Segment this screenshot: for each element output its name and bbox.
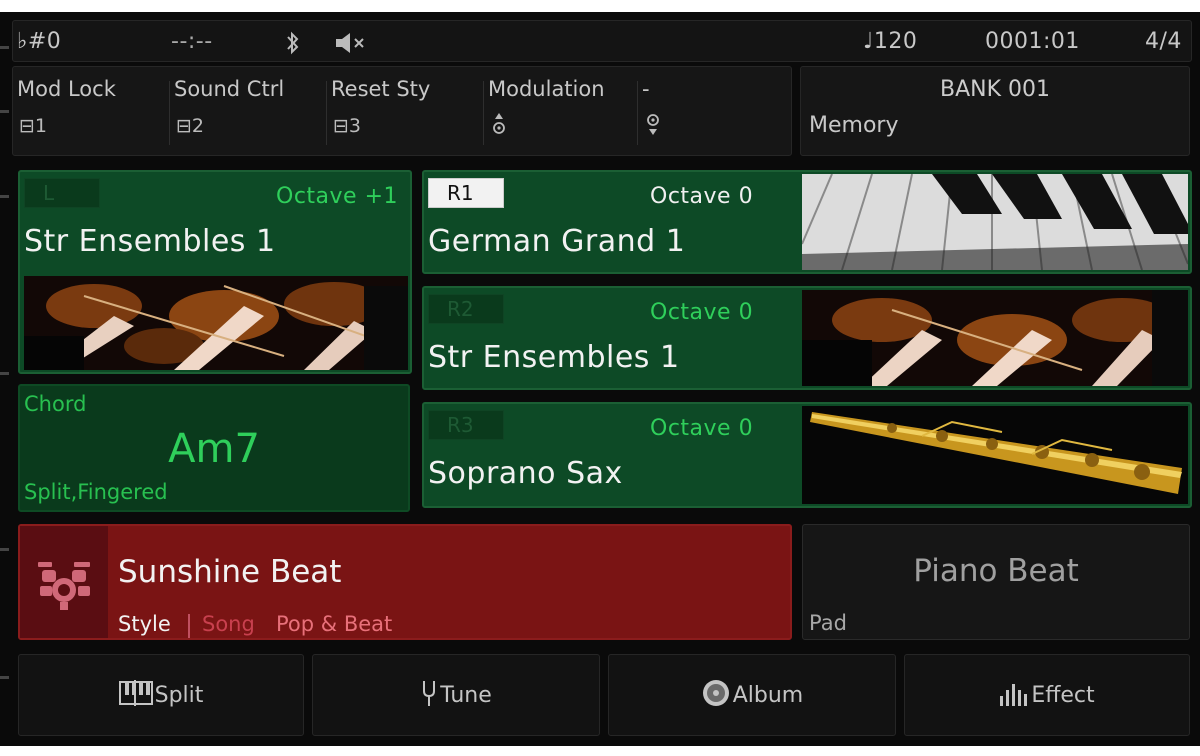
measure-counter: 0001:01 <box>985 29 1080 54</box>
function-label: Mod Lock <box>17 77 116 101</box>
modulation-function[interactable]: Modulation <box>484 67 636 155</box>
tab-divider <box>188 614 190 638</box>
voice-name: German Grand 1 <box>428 224 686 259</box>
octave-value: Octave +1 <box>276 184 398 209</box>
album-button[interactable]: Album <box>608 654 896 736</box>
button-label: Tune <box>440 682 492 708</box>
mod-lock-function[interactable]: Mod Lock ⊟1 <box>13 67 168 155</box>
mute-speaker-icon[interactable] <box>333 31 367 59</box>
button-label: Effect <box>1031 682 1095 708</box>
part-tag-r3[interactable]: R3 <box>428 410 504 440</box>
time-signature: 4/4 <box>1145 29 1182 54</box>
violin-players-photo <box>802 290 1188 386</box>
voice-left-panel[interactable]: L Octave +1 Str Ensembles 1 <box>18 170 412 374</box>
chord-label: Chord <box>24 392 87 416</box>
voice-name: Str Ensembles 1 <box>428 340 680 375</box>
piano-keys-photo <box>802 174 1188 270</box>
bezel-tick <box>0 676 9 679</box>
function-label: Reset Sty <box>331 77 431 101</box>
bank-title: BANK 001 <box>939 77 1050 102</box>
chord-mode: Split,Fingered <box>24 480 168 504</box>
clock-value: --:-- <box>171 29 213 54</box>
memory-bank-box[interactable]: BANK 001 Memory <box>800 66 1190 156</box>
function-assign: ⊟1 <box>19 115 48 137</box>
function-assign: ⊟3 <box>333 115 362 137</box>
tuning-fork-icon <box>420 679 438 711</box>
pad-label: Pad <box>809 611 847 635</box>
keyboard-split-icon <box>118 680 153 710</box>
function-label: Sound Ctrl <box>174 77 285 101</box>
bezel-tick <box>0 46 9 49</box>
bezel-tick <box>0 195 9 198</box>
status-bar: ♭#0 --:-- ♩120 0001:01 4/4 <box>12 20 1192 62</box>
chord-panel[interactable]: Chord Am7 Split,Fingered <box>18 384 410 512</box>
function-label: Modulation <box>488 77 605 101</box>
style-category: Pop & Beat <box>276 612 393 636</box>
voice-name: Soprano Sax <box>428 456 623 491</box>
tempo-value[interactable]: ♩120 <box>863 29 917 54</box>
effect-bars-icon <box>999 680 1029 710</box>
style-name: Sunshine Beat <box>118 554 342 590</box>
bank-label: Memory <box>809 113 899 138</box>
tab-style[interactable]: Style <box>118 612 171 636</box>
tune-button[interactable]: Tune <box>312 654 600 736</box>
voice-r1-panel[interactable]: R1 Octave 0 German Grand 1 <box>422 170 1192 274</box>
panel-function-row: Mod Lock ⊟1 Sound Ctrl ⊟2 Reset Sty ⊟3 M… <box>12 66 792 156</box>
octave-value: Octave 0 <box>650 416 754 441</box>
style-panel[interactable]: Sunshine Beat Style Song Pop & Beat <box>18 524 792 640</box>
button-label: Album <box>732 682 804 708</box>
reset-style-function[interactable]: Reset Sty ⊟3 <box>327 67 482 155</box>
violin-players-photo <box>24 276 408 370</box>
voice-r3-panel[interactable]: R3 Octave 0 Soprano Sax <box>422 402 1192 508</box>
voice-name: Str Ensembles 1 <box>24 224 276 259</box>
octave-value: Octave 0 <box>650 184 754 209</box>
transpose-value[interactable]: ♭#0 <box>17 29 61 54</box>
pad-panel[interactable]: Piano Beat Pad <box>802 524 1190 640</box>
album-disc-icon <box>701 678 731 712</box>
part-tag-r2[interactable]: R2 <box>428 294 504 324</box>
assign-function[interactable]: - <box>638 67 788 155</box>
bezel-tick <box>0 372 9 375</box>
chord-value: Am7 <box>168 426 260 472</box>
knob-down-icon <box>646 111 660 137</box>
bezel-tick <box>0 548 9 551</box>
voice-r2-panel[interactable]: R2 Octave 0 Str Ensembles 1 <box>422 286 1192 390</box>
soprano-sax-photo <box>802 406 1188 504</box>
part-tag-r1[interactable]: R1 <box>428 178 504 208</box>
drum-kit-icon <box>20 526 108 638</box>
bluetooth-icon <box>285 31 301 59</box>
pad-name: Piano Beat <box>913 553 1079 589</box>
effect-button[interactable]: Effect <box>904 654 1190 736</box>
button-label: Split <box>154 682 204 708</box>
octave-value: Octave 0 <box>650 300 754 325</box>
function-assign: ⊟2 <box>176 115 205 137</box>
sound-ctrl-function[interactable]: Sound Ctrl ⊟2 <box>170 67 325 155</box>
bezel-tick <box>0 110 9 113</box>
split-button[interactable]: Split <box>18 654 304 736</box>
knob-up-icon <box>492 111 506 137</box>
part-tag-left[interactable]: L <box>24 178 100 208</box>
function-label: - <box>642 77 650 101</box>
tab-song[interactable]: Song <box>202 612 255 636</box>
